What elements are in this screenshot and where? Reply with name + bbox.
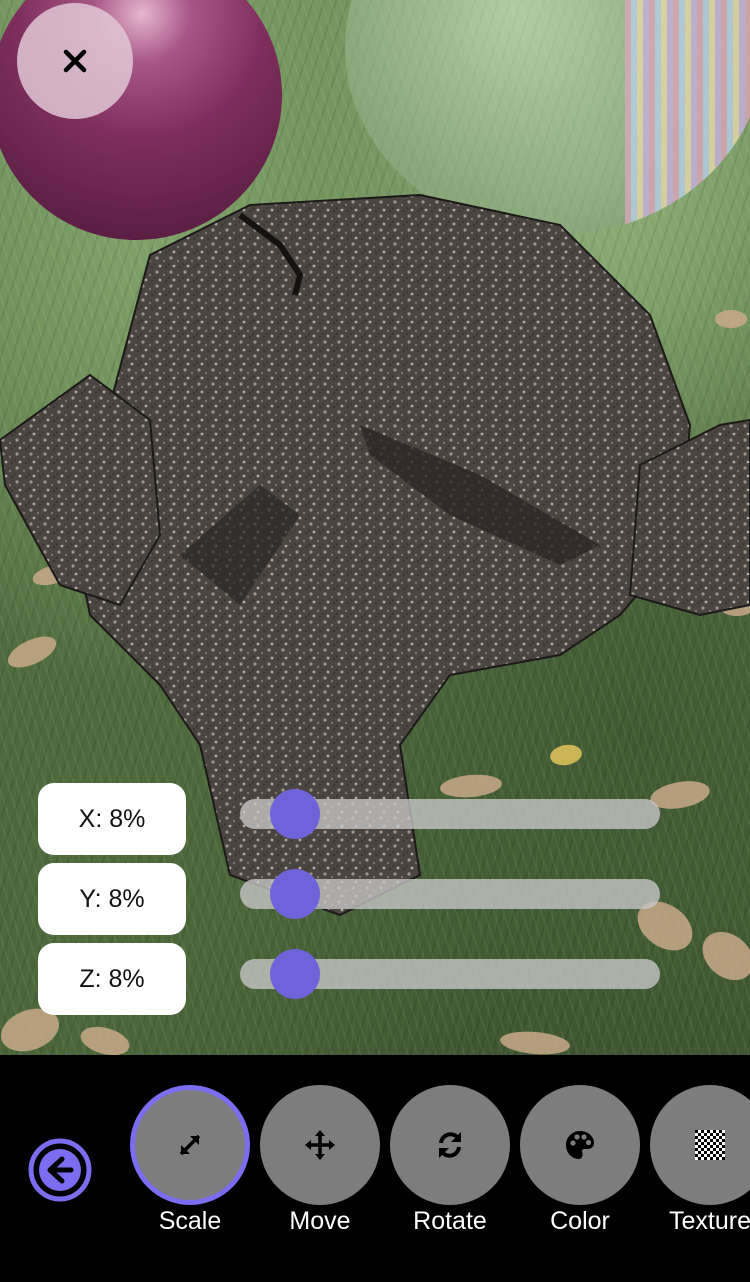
move-arrows-icon	[305, 1130, 335, 1160]
axis-slider-y[interactable]	[240, 869, 660, 919]
palette-icon	[566, 1131, 594, 1159]
bottom-toolbar: Scale Move Rotate Color Texture	[0, 1055, 750, 1282]
axis-value-label-y: Y: 8%	[38, 863, 186, 935]
texture-tool-label: Texture	[669, 1207, 750, 1235]
axis-value-label-z: Z: 8%	[38, 943, 186, 1015]
arrow-left-circle-icon	[28, 1138, 92, 1202]
texture-tool-circle	[650, 1085, 750, 1205]
texture-tool-button[interactable]: Texture	[650, 1085, 750, 1260]
scale-tool-button[interactable]: Scale	[130, 1085, 250, 1260]
back-button[interactable]	[28, 1138, 92, 1202]
slider-thumb-z[interactable]	[269, 949, 320, 999]
resize-diagonal-icon	[179, 1134, 201, 1156]
close-icon	[63, 49, 87, 73]
monkey-ear-left	[0, 373, 162, 607]
rotate-sync-icon	[439, 1132, 461, 1158]
axis-row-z: Z: 8%	[38, 943, 668, 1015]
axis-row-x: X: 8%	[38, 783, 668, 855]
close-button[interactable]	[17, 3, 133, 119]
slider-thumb-x[interactable]	[269, 789, 320, 839]
ar-camera-view[interactable]: X: 8% Y: 8% Z: 8%	[0, 0, 750, 1055]
slider-thumb-y[interactable]	[269, 869, 320, 919]
ar-editor-screen: X: 8% Y: 8% Z: 8% Scale Move Rotate Colo…	[0, 0, 750, 1282]
color-tool-button[interactable]: Color	[520, 1085, 640, 1260]
checkerboard-icon	[695, 1130, 725, 1160]
axis-row-y: Y: 8%	[38, 863, 668, 935]
move-tool-circle	[260, 1085, 380, 1205]
axis-value-label-x: X: 8%	[38, 783, 186, 855]
axis-slider-x[interactable]	[240, 789, 660, 839]
rotate-tool-circle	[390, 1085, 510, 1205]
move-tool-button[interactable]: Move	[260, 1085, 380, 1260]
axis-slider-z[interactable]	[240, 949, 660, 999]
scale-tool-circle	[130, 1085, 250, 1205]
rotate-tool-button[interactable]: Rotate	[390, 1085, 510, 1260]
color-tool-circle	[520, 1085, 640, 1205]
